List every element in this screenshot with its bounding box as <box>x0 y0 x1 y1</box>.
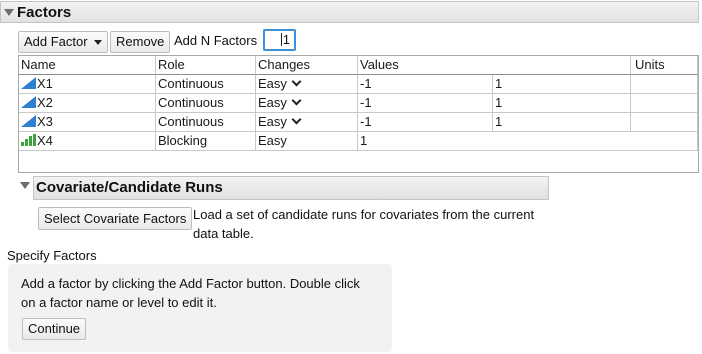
factor-name: X1 <box>37 76 53 91</box>
covariate-description-line1: Load a set of candidate runs for covaria… <box>193 207 535 222</box>
factor-value-low-cell[interactable]: -1 <box>358 113 493 132</box>
continue-button[interactable]: Continue <box>22 318 87 340</box>
blocking-icon <box>21 134 36 146</box>
factor-value-high-cell[interactable]: 1 <box>493 75 631 94</box>
factor-name: X4 <box>37 133 53 148</box>
factor-name: X2 <box>37 95 53 110</box>
remove-button[interactable]: Remove <box>110 31 171 53</box>
factor-changes-cell[interactable]: Easy <box>256 132 358 151</box>
specify-instructions-line1: Add a factor by clicking the Add Factor … <box>21 276 360 291</box>
factor-role-cell[interactable]: Blocking <box>156 132 256 151</box>
disclosure-triangle-icon[interactable] <box>4 9 14 16</box>
specify-factors-panel: Add a factor by clicking the Add Factor … <box>8 264 392 352</box>
changes-value: Easy <box>258 95 287 110</box>
factor-value-high-cell[interactable]: 1 <box>493 94 631 113</box>
factor-value-high-cell[interactable]: 1 <box>493 113 631 132</box>
add-factor-button[interactable]: Add Factor <box>18 31 108 53</box>
factor-changes-cell[interactable]: Easy <box>256 94 358 113</box>
factor-role-cell[interactable]: Continuous <box>156 94 256 113</box>
chevron-down-icon <box>93 40 102 46</box>
specify-instructions-line2: on a factor name or level to edit it. <box>21 295 217 310</box>
table-row[interactable]: X3 Continuous Easy -1 1 <box>19 113 698 132</box>
column-header-changes[interactable]: Changes <box>256 56 358 75</box>
table-header-row: Name Role Changes Values Units <box>19 56 698 75</box>
factor-units-cell[interactable] <box>631 94 698 113</box>
n-factors-input[interactable]: 1 <box>263 29 296 51</box>
factors-table[interactable]: Name Role Changes Values Units X1 Contin… <box>18 55 699 173</box>
disclosure-triangle-icon[interactable] <box>20 182 30 189</box>
factor-name-cell[interactable]: X4 <box>19 132 156 151</box>
add-n-factors-label[interactable]: Add N Factors <box>174 31 257 50</box>
continuous-icon <box>21 115 36 127</box>
chevron-down-icon[interactable] <box>291 76 302 87</box>
factor-value-low-cell[interactable]: -1 <box>358 94 493 113</box>
add-factor-label: Add Factor <box>24 34 88 49</box>
continuous-icon <box>21 77 36 89</box>
factor-value-cell[interactable]: 1 <box>358 132 698 151</box>
factors-title: Factors <box>17 4 72 21</box>
changes-value: Easy <box>258 114 287 129</box>
text-cursor <box>280 33 282 46</box>
factor-changes-cell[interactable]: Easy <box>256 113 358 132</box>
factor-changes-cell[interactable]: Easy <box>256 75 358 94</box>
changes-value: Easy <box>258 76 287 91</box>
factor-name-cell[interactable]: X2 <box>19 94 156 113</box>
column-header-units[interactable]: Units <box>631 56 698 75</box>
table-row[interactable]: X2 Continuous Easy -1 1 <box>19 94 698 113</box>
factor-value-low-cell[interactable]: -1 <box>358 75 493 94</box>
factor-units-cell[interactable] <box>631 113 698 132</box>
chevron-down-icon[interactable] <box>291 114 302 125</box>
column-header-name[interactable]: Name <box>19 56 156 75</box>
column-header-values[interactable]: Values <box>358 56 493 75</box>
n-factors-value: 1 <box>282 32 290 47</box>
factor-name-cell[interactable]: X3 <box>19 113 156 132</box>
factor-name-cell[interactable]: X1 <box>19 75 156 94</box>
covariate-title: Covariate/Candidate Runs <box>36 179 223 196</box>
column-header-role[interactable]: Role <box>156 56 256 75</box>
select-covariate-factors-button[interactable]: Select Covariate Factors <box>38 207 193 230</box>
factors-outline-header[interactable]: Factors <box>0 1 699 23</box>
factor-role-cell[interactable]: Continuous <box>156 113 256 132</box>
factor-role-cell[interactable]: Continuous <box>156 75 256 94</box>
chevron-down-icon[interactable] <box>291 95 302 106</box>
factor-name: X3 <box>37 114 53 129</box>
factor-units-cell[interactable] <box>631 75 698 94</box>
table-row[interactable]: X4 Blocking Easy 1 <box>19 132 698 151</box>
covariate-outline-header[interactable]: Covariate/Candidate Runs <box>33 176 549 200</box>
covariate-description-line2: data table. <box>193 226 254 241</box>
continuous-icon <box>21 96 36 108</box>
column-header-values-spacer <box>493 56 631 75</box>
table-row[interactable]: X1 Continuous Easy -1 1 <box>19 75 698 94</box>
specify-factors-title: Specify Factors <box>7 248 97 263</box>
